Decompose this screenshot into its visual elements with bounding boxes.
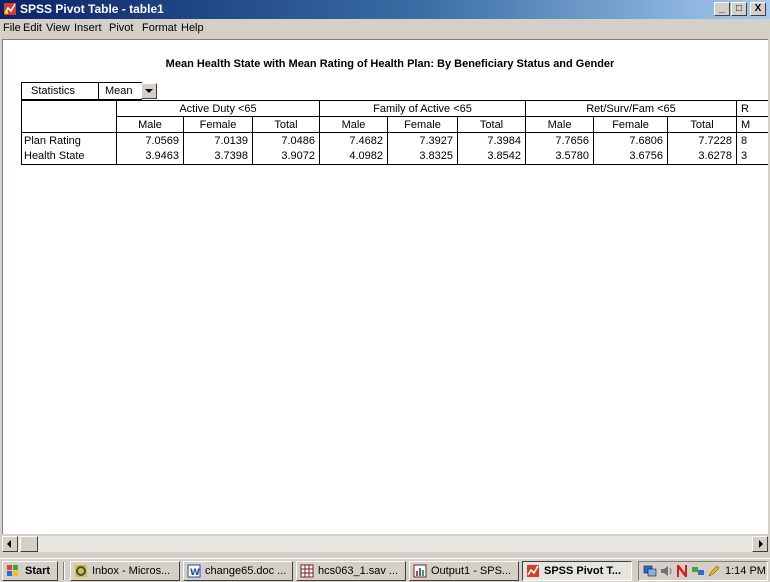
column-header: Male — [319, 116, 388, 133]
data-cell: 3.7398 — [183, 148, 253, 165]
scrollbar-thumb[interactable] — [20, 536, 38, 552]
data-cell: 7.7656 — [525, 132, 595, 149]
column-header: Total — [667, 116, 738, 133]
task-label: Inbox - Micros... — [92, 565, 171, 577]
data-cell: 3.8542 — [456, 148, 527, 165]
layer-value-dropdown[interactable]: Mean — [98, 82, 142, 100]
taskbar-divider — [63, 562, 65, 580]
arrow-left-icon — [7, 540, 11, 548]
start-button[interactable]: Start — [2, 561, 58, 581]
data-cell: 4.0982 — [319, 148, 388, 165]
menu-pivot[interactable]: Pivot — [109, 22, 133, 34]
table-row: Plan Rating 7.0569 7.0139 7.0486 7.4682 … — [21, 132, 768, 149]
minimize-button[interactable]: _ — [714, 2, 730, 16]
data-cell: 7.0486 — [252, 132, 320, 149]
start-label: Start — [25, 565, 51, 577]
task-output[interactable]: Output1 - SPS... — [409, 561, 519, 581]
antivirus-icon[interactable] — [675, 564, 689, 578]
data-cell: 3.5780 — [525, 148, 595, 165]
taskbar-clock: 1:14 PM — [725, 565, 766, 577]
column-header: Female — [387, 116, 458, 133]
pencil-icon[interactable] — [707, 564, 721, 578]
task-label: Output1 - SPS... — [431, 565, 512, 577]
chevron-down-icon — [145, 89, 153, 93]
spss-pivot-icon — [527, 565, 539, 577]
column-header: Male — [525, 116, 595, 133]
data-cell: 7.3984 — [456, 132, 527, 149]
menu-insert[interactable]: Insert — [74, 22, 102, 34]
maximize-button[interactable]: □ — [731, 2, 747, 16]
spss-data-icon — [300, 564, 314, 578]
column-group-header-row: Active Duty <65 Family of Active <65 Ret… — [21, 100, 768, 117]
network-icon[interactable] — [643, 564, 657, 578]
task-word-doc[interactable]: W change65.doc ... — [183, 561, 293, 581]
data-cell: 7.3927 — [387, 132, 458, 149]
data-cell: 3.6756 — [593, 148, 669, 165]
data-cell: 7.6806 — [593, 132, 669, 149]
column-header: M — [736, 116, 768, 133]
svg-text:W: W — [190, 568, 200, 578]
row-label: Health State — [21, 148, 117, 165]
data-cell: 8 — [736, 132, 768, 149]
layer-dropdown-button[interactable] — [141, 83, 157, 99]
data-cell: 7.7228 — [667, 132, 738, 149]
task-label: SPSS Pivot T... — [544, 565, 622, 577]
task-label: hcs063_1.sav ... — [318, 565, 399, 577]
arrow-right-icon — [759, 540, 763, 548]
spss-app-icon — [4, 3, 16, 15]
menu-edit[interactable]: Edit — [23, 22, 42, 34]
column-header: Total — [252, 116, 320, 133]
table-row: Health State 3.9463 3.7398 3.9072 4.0982… — [21, 148, 768, 165]
data-cell: 7.4682 — [319, 132, 388, 149]
system-tray: 1:14 PM — [638, 561, 768, 581]
task-data-file[interactable]: hcs063_1.sav ... — [296, 561, 406, 581]
data-cell: 3.9463 — [116, 148, 184, 165]
menu-bar: File Edit View Insert Pivot Format Help — [0, 19, 770, 37]
data-cell: 7.0569 — [116, 132, 184, 149]
column-header: Female — [183, 116, 253, 133]
taskbar: Start Inbox - Micros... W change65.doc .… — [0, 558, 770, 582]
column-header: Female — [593, 116, 669, 133]
menu-format[interactable]: Format — [142, 22, 177, 34]
corner-cell — [21, 116, 117, 133]
data-cell: 7.0139 — [183, 132, 253, 149]
volume-icon[interactable] — [659, 564, 673, 578]
menu-view[interactable]: View — [46, 22, 70, 34]
windows-logo-icon — [7, 565, 18, 576]
spss-output-icon — [413, 564, 427, 578]
pivot-table-viewport: Mean Health State with Mean Rating of He… — [2, 39, 768, 534]
layer-label: Statistics — [21, 82, 99, 100]
corner-cell — [21, 100, 117, 117]
data-cell: 3.9072 — [252, 148, 320, 165]
group-header: Family of Active <65 — [318, 100, 527, 117]
close-button[interactable]: X — [750, 2, 766, 16]
scroll-right-button[interactable] — [752, 536, 768, 552]
data-cell: 3 — [736, 148, 768, 165]
group-header: Ret/Surv/Fam <65 — [525, 100, 738, 117]
task-inbox[interactable]: Inbox - Micros... — [70, 561, 180, 581]
title-bar: SPSS Pivot Table - table1 _ □ X — [0, 0, 770, 19]
data-cell: 3.6278 — [667, 148, 738, 165]
word-doc-icon: W — [187, 564, 201, 578]
window-title: SPSS Pivot Table - table1 — [20, 2, 164, 16]
menu-file[interactable]: File — [3, 22, 21, 34]
row-label: Plan Rating — [21, 132, 117, 149]
horizontal-scrollbar[interactable] — [2, 536, 768, 552]
data-cell: 3.8325 — [387, 148, 458, 165]
pivot-table: Active Duty <65 Family of Active <65 Ret… — [21, 100, 768, 165]
task-label: change65.doc ... — [205, 565, 287, 577]
outlook-icon — [75, 565, 87, 577]
column-header: Total — [456, 116, 527, 133]
column-subheader-row: Male Female Total Male Female Total Male… — [21, 116, 768, 133]
group-header: R — [736, 100, 768, 117]
task-pivot-table[interactable]: SPSS Pivot T... — [522, 561, 632, 581]
group-header: Active Duty <65 — [116, 100, 320, 117]
menu-help[interactable]: Help — [181, 22, 204, 34]
column-header: Male — [116, 116, 184, 133]
connection-icon[interactable] — [691, 564, 705, 578]
pivot-table-title: Mean Health State with Mean Rating of He… — [165, 58, 615, 70]
scroll-left-button[interactable] — [2, 536, 18, 552]
